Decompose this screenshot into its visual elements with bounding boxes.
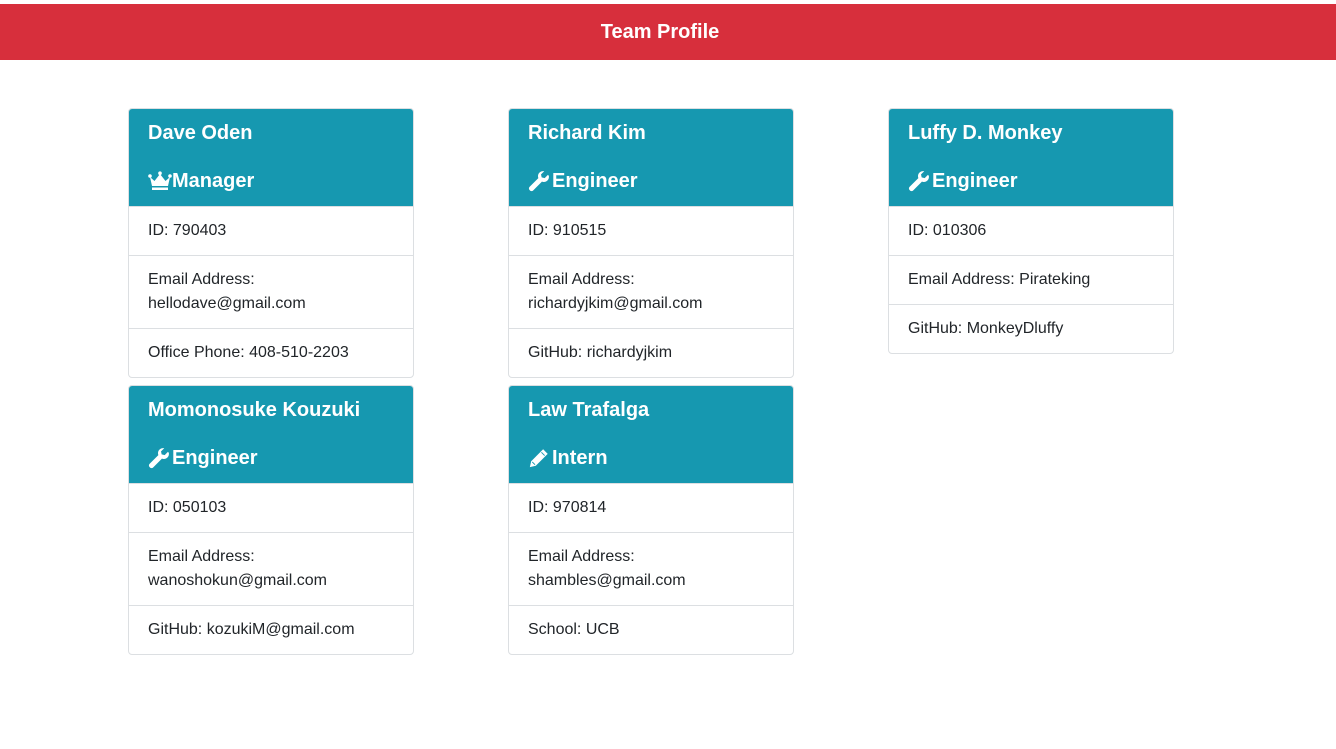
id-label: ID:	[148, 499, 173, 516]
page-header: Team Profile	[0, 4, 1336, 60]
role-label: Engineer	[552, 170, 638, 192]
id-value: 970814	[552, 499, 607, 516]
card-header: Dave Oden Manager	[129, 109, 413, 206]
office-phone-row: Office Phone: 408-510-2203	[129, 328, 413, 377]
email-value[interactable]: shambles@gmail.com	[528, 572, 686, 589]
wrench-icon	[148, 446, 172, 470]
page-title: Team Profile	[600, 20, 720, 43]
employee-card: Law Trafalga Intern ID: 970814 Email Add…	[508, 385, 794, 655]
email-value[interactable]: Pirateking	[1019, 271, 1090, 288]
email-value[interactable]: hellodave@gmail.com	[148, 295, 306, 312]
id-value: 010306	[932, 222, 987, 239]
id-value: 910515	[552, 222, 607, 239]
id-label: ID:	[528, 499, 553, 516]
employee-role: Intern	[528, 446, 774, 470]
wrench-icon	[908, 169, 932, 193]
github-value[interactable]: kozukiM@gmail.com	[207, 621, 355, 638]
email-label: Email Address:	[528, 548, 635, 565]
crown-icon	[148, 169, 172, 193]
id-row: ID: 910515	[509, 206, 793, 255]
email-row: Email Address: wanoshokun@gmail.com	[129, 532, 413, 605]
email-value[interactable]: richardyjkim@gmail.com	[528, 295, 703, 312]
github-row: GitHub: richardyjkim	[509, 328, 793, 377]
email-row: Email Address: hellodave@gmail.com	[129, 255, 413, 328]
employee-card: Momonosuke Kouzuki Engineer ID: 050103 E…	[128, 385, 414, 655]
employee-role: Engineer	[528, 169, 774, 193]
employee-role: Engineer	[908, 169, 1154, 193]
card-header: Law Trafalga Intern	[509, 386, 793, 483]
employee-card: Richard Kim Engineer ID: 910515 Email Ad…	[508, 108, 794, 378]
email-row: Email Address: Pirateking	[889, 255, 1173, 304]
card-header: Luffy D. Monkey Engineer	[889, 109, 1173, 206]
employee-role: Engineer	[148, 446, 394, 470]
github-label: GitHub:	[908, 320, 967, 337]
employee-role: Manager	[148, 169, 394, 193]
email-label: Email Address:	[148, 271, 255, 288]
id-row: ID: 050103	[129, 483, 413, 532]
id-label: ID:	[528, 222, 553, 239]
employee-card: Luffy D. Monkey Engineer ID: 010306 Emai…	[888, 108, 1174, 354]
employee-name: Law Trafalga	[528, 399, 650, 421]
role-label: Engineer	[932, 170, 1018, 192]
id-label: ID:	[908, 222, 933, 239]
school-row: School: UCB	[509, 605, 793, 654]
email-row: Email Address: richardyjkim@gmail.com	[509, 255, 793, 328]
id-value: 050103	[172, 499, 227, 516]
role-label: Manager	[172, 170, 255, 192]
employee-name: Richard Kim	[528, 122, 646, 144]
github-label: GitHub:	[528, 344, 587, 361]
github-row: GitHub: MonkeyDluffy	[889, 304, 1173, 353]
id-row: ID: 010306	[889, 206, 1173, 255]
id-row: ID: 790403	[129, 206, 413, 255]
email-row: Email Address: shambles@gmail.com	[509, 532, 793, 605]
email-value[interactable]: wanoshokun@gmail.com	[148, 572, 327, 589]
employee-name: Luffy D. Monkey	[908, 122, 1063, 144]
role-label: Intern	[552, 447, 608, 469]
employee-name: Dave Oden	[148, 122, 253, 144]
pencil-icon	[528, 446, 552, 470]
card-header: Momonosuke Kouzuki Engineer	[129, 386, 413, 483]
email-label: Email Address:	[148, 548, 255, 565]
role-label: Engineer	[172, 447, 258, 469]
github-label: GitHub:	[148, 621, 207, 638]
employee-card: Dave Oden Manager ID: 790403 Email Addre…	[128, 108, 414, 378]
office-phone-value: 408-510-2203	[249, 344, 349, 361]
id-label: ID:	[148, 222, 173, 239]
school-value: UCB	[585, 621, 620, 638]
wrench-icon	[528, 169, 552, 193]
github-value[interactable]: richardyjkim	[587, 344, 672, 361]
office-phone-label: Office Phone:	[148, 344, 250, 361]
email-label: Email Address:	[908, 271, 1020, 288]
id-value: 790403	[172, 222, 227, 239]
github-row: GitHub: kozukiM@gmail.com	[129, 605, 413, 654]
employee-name: Momonosuke Kouzuki	[148, 399, 361, 421]
card-header: Richard Kim Engineer	[509, 109, 793, 206]
github-value[interactable]: MonkeyDluffy	[967, 320, 1064, 337]
school-label: School:	[528, 621, 586, 638]
email-label: Email Address:	[528, 271, 635, 288]
id-row: ID: 970814	[509, 483, 793, 532]
